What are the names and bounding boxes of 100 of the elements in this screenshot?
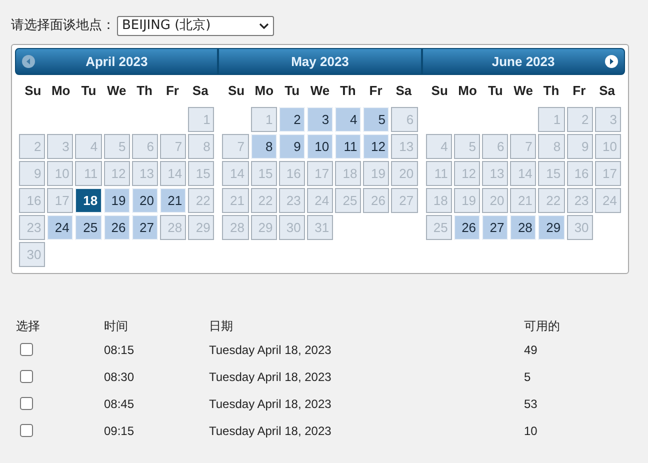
day-cell[interactable]: 16: [566, 161, 593, 186]
day-cell[interactable]: 13: [132, 161, 158, 186]
weekday-label: We: [106, 82, 128, 100]
day-cell[interactable]: 16: [278, 161, 305, 186]
day-cell[interactable]: 6: [391, 107, 418, 132]
day-cell[interactable]: 9: [278, 134, 305, 159]
day-cell[interactable]: 7: [160, 134, 186, 159]
day-cell[interactable]: 8: [250, 134, 277, 159]
day-cell[interactable]: 2: [19, 134, 46, 159]
day-cell[interactable]: 27: [391, 188, 418, 213]
day-cell[interactable]: 13: [482, 161, 508, 186]
weekday-label: Fr: [164, 82, 180, 100]
day-cell[interactable]: 22: [538, 188, 565, 213]
day-cell[interactable]: 19: [363, 161, 390, 186]
day-cell[interactable]: 12: [454, 161, 480, 186]
day-cell[interactable]: 9: [19, 161, 46, 186]
day-cell[interactable]: 14: [160, 161, 186, 186]
day-cell[interactable]: 29: [188, 215, 214, 240]
day-cell[interactable]: 6: [132, 134, 158, 159]
row-checkbox[interactable]: [20, 370, 33, 383]
day-cell[interactable]: 20: [482, 188, 508, 213]
day-cell[interactable]: 23: [278, 188, 305, 213]
day-cell[interactable]: 9: [566, 134, 593, 159]
day-cell[interactable]: 1: [538, 107, 565, 132]
day-cell[interactable]: 28: [160, 215, 186, 240]
day-cell[interactable]: 19: [454, 188, 480, 213]
day-cell[interactable]: 23: [19, 215, 46, 240]
day-cell[interactable]: 25: [426, 215, 452, 240]
row-checkbox[interactable]: [20, 343, 33, 356]
day-cell[interactable]: 1: [188, 107, 214, 132]
day-cell[interactable]: 13: [391, 134, 418, 159]
day-cell[interactable]: 24: [594, 188, 621, 213]
day-cell[interactable]: 1: [250, 107, 277, 132]
day-cell[interactable]: 12: [104, 161, 130, 186]
day-cell[interactable]: 27: [482, 215, 508, 240]
day-cell[interactable]: 30: [278, 215, 305, 240]
day-cell[interactable]: 18: [335, 161, 362, 186]
day-cell[interactable]: 7: [510, 134, 536, 159]
day-cell[interactable]: 5: [454, 134, 480, 159]
day-cell[interactable]: 10: [47, 161, 74, 186]
day-cell[interactable]: 24: [306, 188, 334, 213]
day-cell[interactable]: 22: [250, 188, 277, 213]
day-cell[interactable]: 29: [538, 215, 565, 240]
day-cell[interactable]: 28: [222, 215, 249, 240]
day-cell[interactable]: 21: [510, 188, 536, 213]
day-cell[interactable]: 15: [250, 161, 277, 186]
day-cell[interactable]: 18: [75, 188, 102, 213]
day-cell[interactable]: 28: [510, 215, 536, 240]
day-cell[interactable]: 16: [19, 188, 46, 213]
day-cell[interactable]: 31: [306, 215, 334, 240]
day-cell[interactable]: 19: [104, 188, 130, 213]
day-cell[interactable]: 27: [132, 215, 158, 240]
day-cell[interactable]: 2: [278, 107, 305, 132]
location-select[interactable]: BEIJING (北京): [117, 16, 274, 36]
day-cell[interactable]: 24: [47, 215, 74, 240]
day-cell[interactable]: 26: [363, 188, 390, 213]
day-cell[interactable]: 14: [222, 161, 249, 186]
day-cell[interactable]: 22: [188, 188, 214, 213]
day-cell[interactable]: 8: [538, 134, 565, 159]
previous-icon[interactable]: [22, 55, 35, 68]
day-cell[interactable]: 3: [306, 107, 334, 132]
day-cell[interactable]: 2: [566, 107, 593, 132]
day-cell[interactable]: 20: [132, 188, 158, 213]
day-cell[interactable]: 17: [594, 161, 621, 186]
day-cell[interactable]: 3: [47, 134, 74, 159]
day-cell[interactable]: 15: [538, 161, 565, 186]
day-cell[interactable]: 8: [188, 134, 214, 159]
day-cell[interactable]: 17: [306, 161, 334, 186]
day-cell[interactable]: 14: [510, 161, 536, 186]
next-icon[interactable]: [604, 55, 618, 68]
day-cell[interactable]: 4: [426, 134, 452, 159]
day-cell[interactable]: 10: [594, 134, 621, 159]
day-cell[interactable]: 17: [47, 188, 74, 213]
day-cell[interactable]: 30: [566, 215, 593, 240]
day-cell[interactable]: 4: [335, 107, 362, 132]
day-cell[interactable]: 25: [335, 188, 362, 213]
row-checkbox[interactable]: [20, 424, 33, 437]
day-cell[interactable]: 30: [19, 242, 46, 267]
day-cell[interactable]: 7: [222, 134, 249, 159]
day-cell[interactable]: 11: [426, 161, 452, 186]
day-cell[interactable]: 21: [222, 188, 249, 213]
day-cell[interactable]: 26: [454, 215, 480, 240]
day-cell[interactable]: 5: [363, 107, 390, 132]
day-cell[interactable]: 25: [75, 215, 102, 240]
day-cell[interactable]: 29: [250, 215, 277, 240]
row-checkbox[interactable]: [20, 397, 33, 410]
day-cell[interactable]: 26: [104, 215, 130, 240]
day-cell[interactable]: 3: [594, 107, 621, 132]
day-cell[interactable]: 20: [391, 161, 418, 186]
day-cell[interactable]: 11: [335, 134, 362, 159]
day-cell[interactable]: 5: [104, 134, 130, 159]
day-cell[interactable]: 10: [306, 134, 334, 159]
day-cell[interactable]: 12: [363, 134, 390, 159]
day-cell[interactable]: 23: [566, 188, 593, 213]
day-cell[interactable]: 11: [75, 161, 102, 186]
day-cell[interactable]: 18: [426, 188, 452, 213]
day-cell[interactable]: 15: [188, 161, 214, 186]
day-cell[interactable]: 21: [160, 188, 186, 213]
day-cell[interactable]: 4: [75, 134, 102, 159]
day-cell[interactable]: 6: [482, 134, 508, 159]
